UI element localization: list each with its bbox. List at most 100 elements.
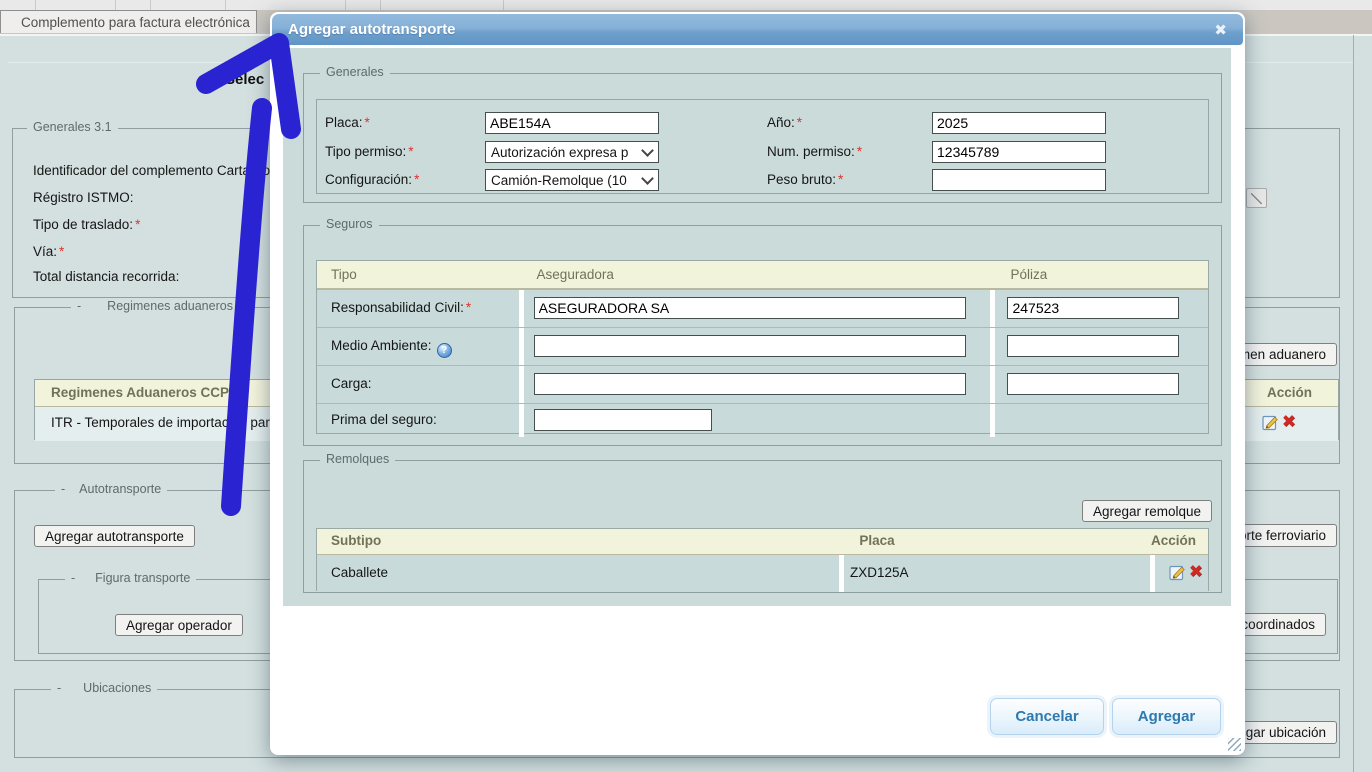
help-icon[interactable]: ? — [437, 343, 452, 358]
prima-label: Prima del seguro: — [317, 404, 519, 437]
column-separator — [1150, 555, 1155, 592]
modal-body: Generales Placa:* Año:* Tipo permiso:* A… — [283, 48, 1231, 606]
col-accion: Acción — [1267, 385, 1312, 400]
col-regimenes-ccp: Regimenes Aduaneros CCP — [51, 385, 229, 400]
num-permiso-input[interactable] — [932, 141, 1106, 163]
tipo-permiso-select[interactable]: Autorización expresa p — [485, 141, 659, 163]
remolques-table-header: Subtipo Placa Acción — [317, 529, 1208, 555]
tab-divider — [503, 0, 504, 10]
tipo-permiso-label: Tipo permiso:* — [325, 144, 414, 159]
label-identificador-text: Identificador del complemento Carta Port… — [33, 163, 290, 178]
poliza-empty-cell — [995, 404, 1208, 437]
required-marker: * — [365, 115, 370, 130]
prima-input[interactable] — [534, 409, 712, 431]
modal-fieldset-generales: Generales Placa:* Año:* Tipo permiso:* A… — [303, 73, 1222, 203]
tab-complemento[interactable]: Complemento para factura electrónica — [0, 10, 257, 33]
collapse-toggle[interactable]: - — [77, 299, 81, 313]
configuracion-label-text: Configuración: — [325, 172, 412, 187]
tipo-permiso-value: Autorización expresa p — [491, 145, 628, 160]
col-aseguradora: Aseguradora — [519, 267, 991, 282]
tab-divider — [225, 0, 226, 10]
required-marker: * — [408, 144, 413, 159]
delete-icon[interactable]: ✖ — [1189, 564, 1203, 581]
placa-label: Placa:* — [325, 115, 370, 130]
legend-regimenes: -Regimenes aduaneros * — [71, 299, 249, 313]
col-accion: Acción — [1151, 533, 1196, 548]
generales-inner-box: Placa:* Año:* Tipo permiso:* Autorizació… — [316, 99, 1209, 194]
required-marker: * — [838, 172, 843, 187]
agregar-autotransporte-label: Agregar autotransporte — [45, 529, 184, 544]
agregar-label: Agregar — [1138, 708, 1196, 725]
seguros-row-carga: Carga: — [317, 365, 1208, 403]
placa-input[interactable] — [485, 112, 659, 134]
label-via: Vía:* — [33, 244, 64, 259]
remolque-placa: ZXD125A — [850, 565, 909, 580]
required-marker: * — [59, 244, 64, 259]
agregar-remolque-button[interactable]: Agregar remolque — [1082, 500, 1212, 522]
collapse-toggle[interactable]: - — [71, 571, 75, 585]
required-marker: * — [466, 300, 471, 315]
delete-icon[interactable]: ✖ — [1282, 414, 1296, 431]
placa-label-text: Placa: — [325, 115, 363, 130]
screen: Complemento para factura electrónica Sel… — [0, 0, 1372, 772]
peso-bruto-input[interactable] — [932, 169, 1106, 191]
legend-seguros: Seguros — [320, 217, 379, 231]
required-marker: * — [857, 144, 862, 159]
aseguradora-carga-input[interactable] — [534, 373, 966, 395]
cancelar-label: Cancelar — [1015, 708, 1078, 725]
configuracion-label: Configuración:* — [325, 172, 419, 187]
cancelar-button[interactable]: Cancelar — [990, 698, 1104, 735]
modal-header[interactable]: Agregar autotransporte ✖ — [272, 14, 1243, 45]
aseguradora-ma-input[interactable] — [534, 335, 966, 357]
medio-ambiente-label-text: Medio Ambiente: — [331, 338, 432, 353]
poliza-rc-input[interactable] — [1007, 297, 1179, 319]
required-marker: * — [135, 217, 140, 232]
col-subtipo: Subtipo — [331, 533, 381, 548]
carga-label: Carga: — [317, 366, 519, 403]
edit-icon[interactable] — [1169, 564, 1187, 581]
poliza-cell — [995, 328, 1208, 365]
row-actions: ✖ — [1169, 564, 1203, 581]
legend-remolques: Remolques — [320, 452, 395, 466]
modal-title: Agregar autotransporte — [288, 21, 456, 38]
poliza-carga-input[interactable] — [1007, 373, 1179, 395]
legend-regimenes-text: Regimenes aduaneros — [107, 299, 236, 313]
tab-divider — [115, 0, 116, 10]
seguros-table-header: Tipo Aseguradora Póliza — [317, 261, 1208, 289]
anio-input[interactable] — [932, 112, 1106, 134]
legend-autotransporte: -Autotransporte — [55, 482, 167, 496]
collapse-toggle[interactable]: - — [57, 681, 61, 695]
responsabilidad-label-text: Responsabilidad Civil: — [331, 300, 464, 315]
remolques-table-row: Caballete ZXD125A ✖ — [317, 555, 1208, 592]
close-icon[interactable]: ✖ — [1214, 21, 1227, 39]
label-distancia-text: Total distancia recorrida: — [33, 269, 179, 284]
agregar-operador-button[interactable]: Agregar operador — [115, 614, 243, 636]
col-poliza: Póliza — [990, 267, 1208, 282]
legend-ubicaciones-text: Ubicaciones — [83, 681, 151, 695]
agregar-operador-label: Agregar operador — [126, 618, 232, 633]
configuracion-select[interactable]: Camión-Remolque (10 — [485, 169, 659, 191]
resize-handle[interactable] — [1228, 738, 1241, 751]
remolques-table: Subtipo Placa Acción Caballete ZXD125A — [316, 528, 1209, 591]
legend-generales: Generales — [320, 65, 390, 79]
tab-divider — [345, 0, 346, 10]
agregar-button[interactable]: Agregar — [1112, 698, 1221, 735]
configuracion-value: Camión-Remolque (10 — [491, 173, 627, 188]
poliza-ma-input[interactable] — [1007, 335, 1179, 357]
column-separator — [839, 555, 844, 592]
label-registro-text: Régistro ISTMO: — [33, 190, 134, 205]
prima-cell — [524, 404, 991, 437]
legend-generales-31: Generales 3.1 — [27, 120, 118, 134]
collapse-toggle[interactable]: - — [61, 482, 65, 496]
agregar-autotransporte-button[interactable]: Agregar autotransporte — [34, 525, 195, 547]
required-marker: * — [797, 115, 802, 130]
agregar-remolque-label: Agregar remolque — [1093, 504, 1201, 519]
select-expander-icon[interactable] — [1246, 188, 1267, 208]
prima-label-text: Prima del seguro: — [331, 412, 437, 427]
medio-ambiente-label: Medio Ambiente:? — [317, 328, 519, 365]
aseguradora-cell — [524, 328, 991, 365]
aseguradora-rc-input[interactable] — [534, 297, 966, 319]
label-tipo-traslado: Tipo de traslado:* — [33, 217, 140, 232]
poliza-cell — [995, 290, 1208, 327]
edit-icon[interactable] — [1262, 414, 1280, 431]
